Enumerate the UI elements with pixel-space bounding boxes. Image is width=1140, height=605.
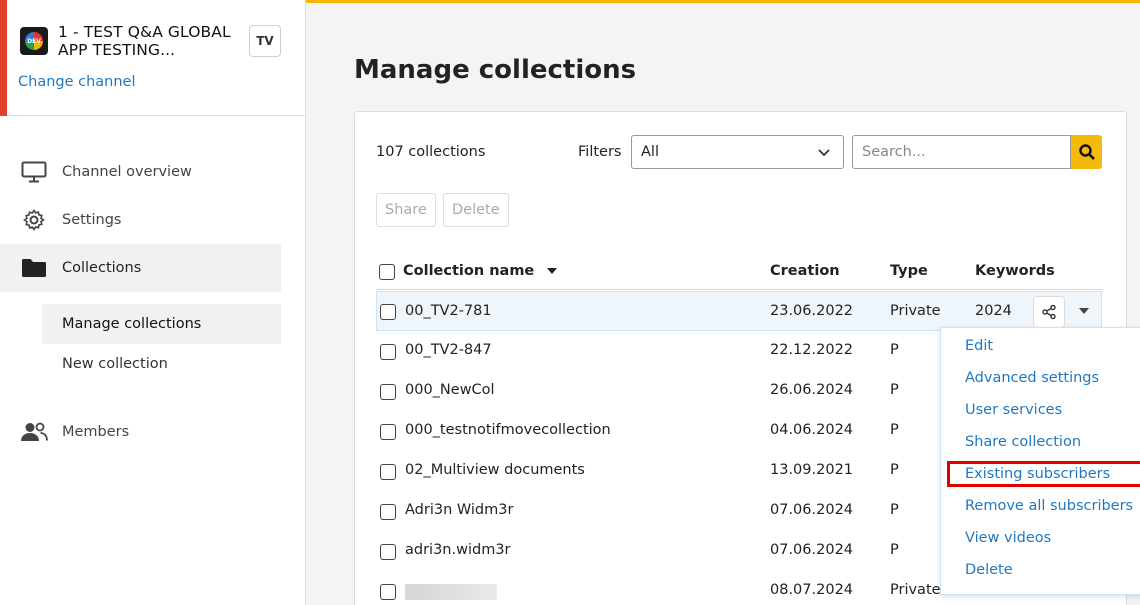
table-header: Collection name Creation Type Keywords [376, 252, 1102, 290]
gear-icon [20, 208, 48, 232]
sidebar-item-collections[interactable]: Collections [0, 244, 281, 292]
change-channel-link[interactable]: Change channel [18, 74, 136, 90]
collections-count: 107 collections [376, 144, 486, 160]
row-creation: 26.06.2024 [770, 382, 854, 398]
collections-card: 107 collections Filters All Share Delete… [354, 111, 1140, 605]
people-icon [20, 420, 48, 444]
row-checkbox[interactable] [380, 544, 396, 560]
menu-item-share-collection[interactable]: Share collection [965, 434, 1081, 450]
row-type: P [890, 462, 899, 478]
row-checkbox[interactable] [380, 304, 396, 320]
filter-select[interactable]: All [631, 135, 844, 169]
row-type: P [890, 542, 899, 558]
row-actions-menu: Edit Advanced settings User services Sha… [940, 327, 1140, 595]
filter-select-value: All [641, 144, 659, 160]
row-type: P [890, 382, 899, 398]
search-button[interactable] [1071, 135, 1102, 169]
row-type: P [890, 342, 899, 358]
menu-item-user-services[interactable]: User services [965, 402, 1062, 418]
row-creation: 07.06.2024 [770, 502, 854, 518]
row-creation: 08.07.2024 [770, 582, 854, 598]
row-creation: 23.06.2022 [770, 303, 854, 319]
share-button[interactable]: Share [376, 193, 436, 227]
row-name: 000_NewCol [405, 382, 495, 398]
row-type: P [890, 422, 899, 438]
row-creation: 07.06.2024 [770, 542, 854, 558]
row-checkbox[interactable] [380, 384, 396, 400]
row-creation: 22.12.2022 [770, 342, 854, 358]
row-name: 02_Multiview documents [405, 462, 585, 478]
redacted-name [405, 584, 497, 600]
select-all-checkbox[interactable] [379, 264, 395, 280]
sidebar-item-label: Settings [62, 212, 122, 228]
delete-button[interactable]: Delete [443, 193, 509, 227]
sidebar-item-label: Members [62, 424, 130, 440]
row-creation: 13.09.2021 [770, 462, 854, 478]
channel-name: 1 - TEST Q&A GLOBAL APP TESTING... [58, 23, 231, 59]
row-checkbox[interactable] [380, 344, 396, 360]
sidebar-subitem-new-collection[interactable]: New collection [42, 344, 281, 384]
table-row[interactable]: 00_TV2-781 23.06.2022 Private 2024 [376, 291, 1102, 331]
chevron-down-icon [817, 146, 831, 162]
share-icon [1042, 304, 1056, 320]
sidebar-item-members[interactable]: Members [0, 408, 281, 456]
row-actions-caret-icon[interactable] [1079, 308, 1089, 314]
column-header-type[interactable]: Type [890, 263, 928, 279]
row-keywords: 2024 [975, 303, 1012, 319]
main-content: Manage collections 107 collections Filte… [306, 3, 1140, 605]
sort-desc-icon [547, 268, 558, 274]
channel-type-badge[interactable]: TV [249, 25, 281, 57]
row-checkbox[interactable] [380, 504, 396, 520]
menu-item-advanced-settings[interactable]: Advanced settings [965, 370, 1099, 386]
row-checkbox[interactable] [380, 424, 396, 440]
sidebar-subitem-manage-collections[interactable]: Manage collections [42, 304, 281, 344]
channel-header: DEV 1 - TEST Q&A GLOBAL APP TESTING... T… [0, 0, 305, 116]
row-name: 000_testnotifmovecollection [405, 422, 611, 438]
row-type: Private [890, 303, 941, 319]
filters-label: Filters [578, 144, 622, 160]
row-checkbox[interactable] [380, 464, 396, 480]
sidebar-item-settings[interactable]: Settings [0, 196, 281, 244]
column-header-creation[interactable]: Creation [770, 263, 840, 279]
row-name: 00_TV2-781 [405, 303, 492, 319]
sidebar-item-label: Channel overview [62, 164, 192, 180]
menu-item-edit[interactable]: Edit [965, 338, 993, 354]
row-checkbox[interactable] [380, 584, 396, 600]
monitor-icon [20, 160, 48, 184]
menu-item-view-videos[interactable]: View videos [965, 530, 1051, 546]
channel-accent-bar [0, 0, 7, 116]
row-name: 00_TV2-847 [405, 342, 492, 358]
sidebar: DEV 1 - TEST Q&A GLOBAL APP TESTING... T… [0, 0, 306, 605]
menu-item-delete[interactable]: Delete [965, 562, 1013, 578]
column-header-name[interactable]: Collection name [403, 263, 558, 279]
menu-item-remove-all-subscribers[interactable]: Remove all subscribers [965, 498, 1133, 514]
sidebar-item-label: Collections [62, 260, 142, 276]
row-creation: 04.06.2024 [770, 422, 854, 438]
row-type: P [890, 502, 899, 518]
row-name: Adri3n Widm3r [405, 502, 514, 518]
row-type: Private [890, 582, 941, 598]
folder-icon [20, 256, 48, 280]
menu-item-existing-subscribers[interactable]: Existing subscribers [965, 466, 1110, 482]
page-title: Manage collections [354, 55, 637, 85]
channel-logo: DEV [20, 27, 48, 55]
search-input[interactable] [852, 135, 1071, 169]
column-header-keywords[interactable]: Keywords [975, 263, 1055, 279]
sidebar-item-channel-overview[interactable]: Channel overview [0, 148, 281, 196]
row-name: adri3n.widm3r [405, 542, 511, 558]
search-icon [1078, 144, 1095, 160]
row-share-button[interactable] [1033, 296, 1065, 328]
